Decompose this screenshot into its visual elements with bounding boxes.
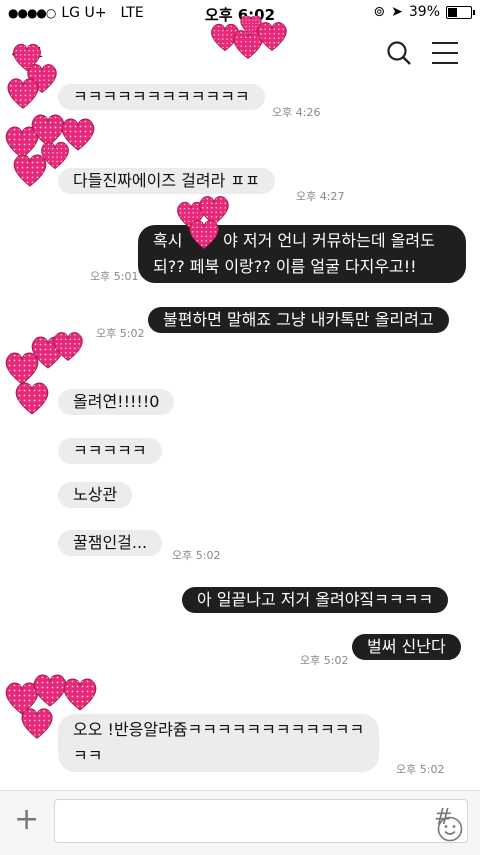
message-bubble: 노상관 [58,482,133,508]
message-input[interactable] [54,799,468,843]
message-bubble: 벌써 신난다 [352,634,461,660]
message-bubble: ㅋㅋㅋㅋㅋ [58,438,162,464]
message-bubble: 꿀잼인걸... [58,530,163,556]
message-time: 오후 5:02 [300,654,349,667]
message-bubble: ㅋㅋㅋㅋㅋㅋㅋㅋㅋㅋㅋㅋ [58,84,265,110]
message-time: 오후 4:27 [296,190,345,203]
heart-sticker-icon [211,16,287,59]
message-time: 오후 5:02 [396,763,445,776]
hashtag-search-button[interactable]: # [434,805,452,830]
message-input-bar: + # [0,790,480,855]
message-time: 오후 5:01 [90,270,139,283]
message-time: 오후 5:02 [96,327,145,340]
plus-icon[interactable]: + [14,805,39,835]
heart-sticker-icon [177,196,229,249]
message-bubble: 아 일끝나고 저거 올려야짘ㅋㅋㅋㅋ [182,587,449,613]
heart-sticker-icon [5,332,83,415]
heart-sticker-icon [5,114,95,187]
message-time: 오후 5:02 [172,549,221,562]
heart-sticker-icon [5,674,97,739]
message-bubble: 불편하면 말해죠 그냥 내카톡만 올리려고 [148,307,449,333]
message-time: 오후 4:26 [272,106,321,119]
